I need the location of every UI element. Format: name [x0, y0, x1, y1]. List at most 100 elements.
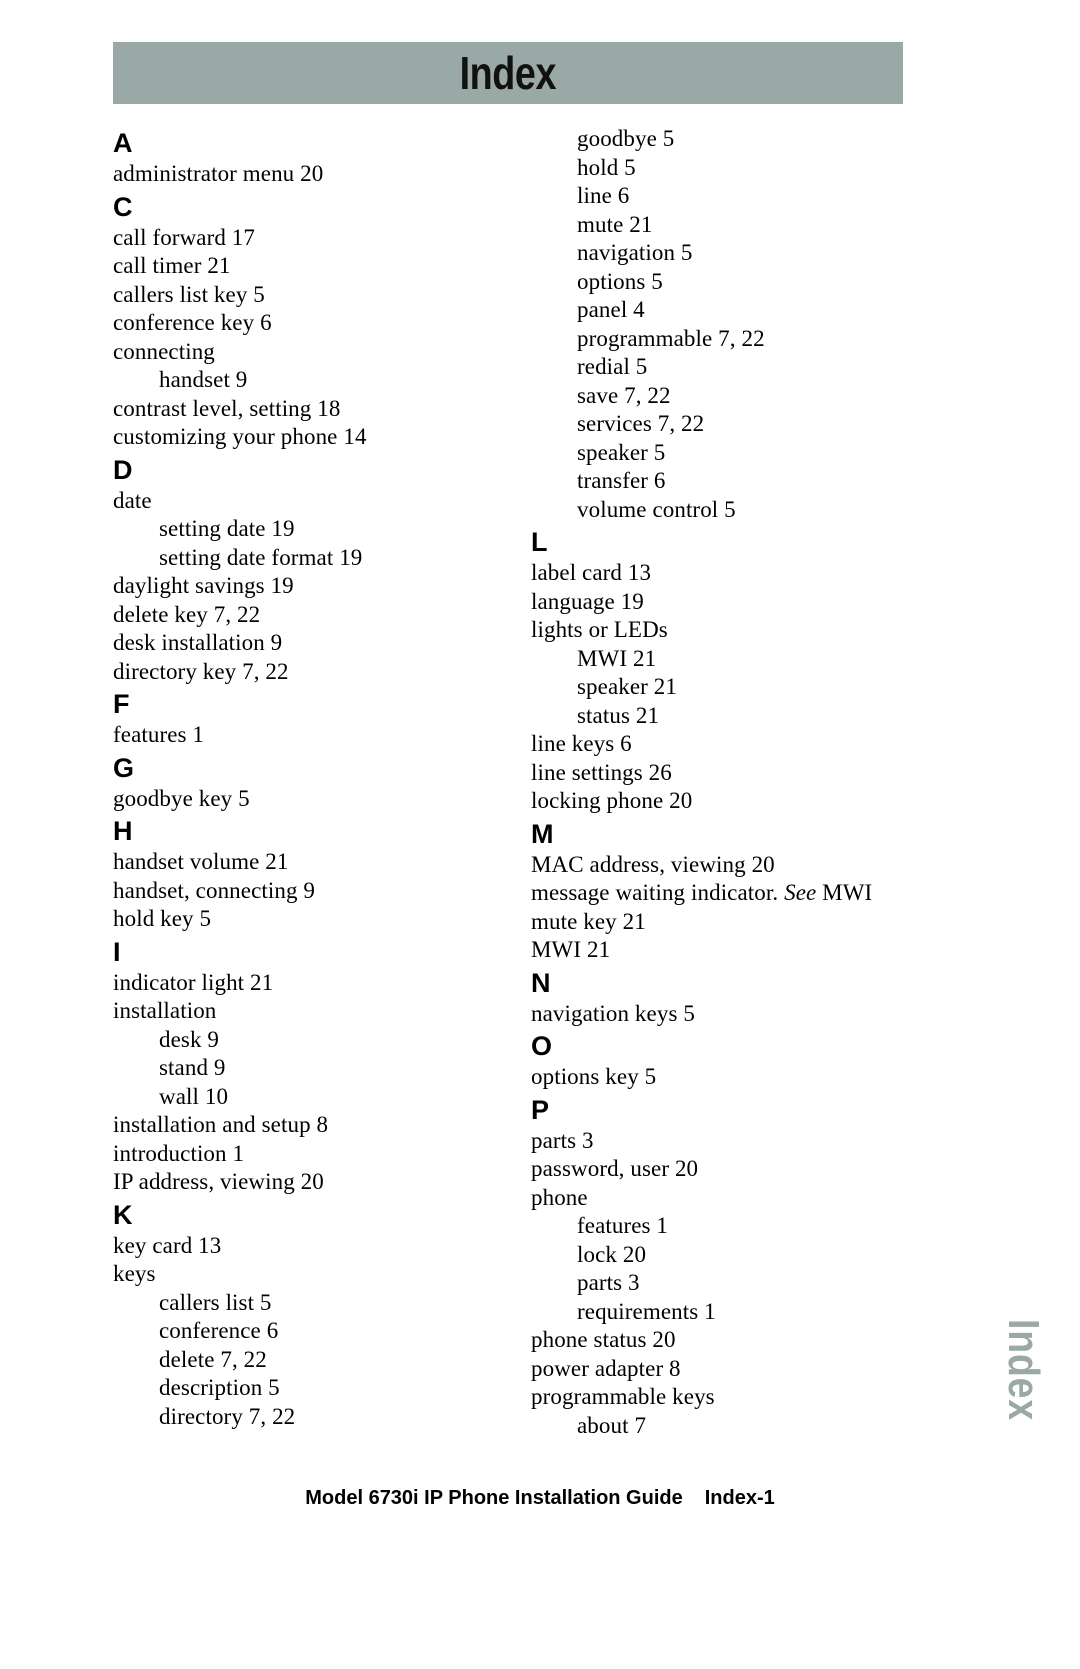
index-letter-heading: H [113, 816, 133, 846]
index-entry[interactable]: contrast level, setting 18 [113, 395, 493, 424]
index-entry[interactable]: navigation keys 5 [531, 1000, 911, 1029]
index-letter-heading: I [113, 936, 121, 967]
index-entry[interactable]: about 7 [531, 1412, 911, 1441]
index-entry[interactable]: locking phone 20 [531, 787, 911, 816]
index-entry[interactable]: MWI 21 [531, 936, 911, 965]
index-entry[interactable]: wall 10 [113, 1083, 493, 1112]
index-entry[interactable]: line keys 6 [531, 730, 911, 759]
index-entry[interactable]: MWI 21 [531, 645, 911, 674]
index-entry[interactable]: customizing your phone 14 [113, 423, 493, 452]
index-entry[interactable]: handset 9 [113, 366, 493, 395]
index-entry[interactable]: power adapter 8 [531, 1355, 911, 1384]
index-entry[interactable]: callers list key 5 [113, 281, 493, 310]
index-entry[interactable]: directory 7, 22 [113, 1403, 493, 1432]
index-entry[interactable]: line settings 26 [531, 759, 911, 788]
index-entry[interactable]: password, user 20 [531, 1155, 911, 1184]
index-entry[interactable]: speaker 21 [531, 673, 911, 702]
index-entry[interactable]: introduction 1 [113, 1140, 493, 1169]
index-entry[interactable]: options 5 [531, 268, 911, 297]
index-entry[interactable]: language 19 [531, 588, 911, 617]
side-index-tab-label: Index [999, 1319, 1049, 1421]
index-letter-heading: L [531, 527, 548, 557]
index-entry[interactable]: lock 20 [531, 1241, 911, 1270]
index-entry[interactable]: daylight savings 19 [113, 572, 493, 601]
index-entry[interactable]: delete 7, 22 [113, 1346, 493, 1375]
index-letter-heading: P [531, 1094, 550, 1125]
index-entry[interactable]: phone status 20 [531, 1326, 911, 1355]
index-entry[interactable]: stand 9 [113, 1054, 493, 1083]
index-entry[interactable]: handset volume 21 [113, 848, 493, 877]
index-entry[interactable]: save 7, 22 [531, 382, 911, 411]
index-entry[interactable]: connecting [113, 338, 493, 367]
index-letter-heading: G [113, 752, 135, 783]
index-entry[interactable]: installation and setup 8 [113, 1111, 493, 1140]
index-entry[interactable]: setting date 19 [113, 515, 493, 544]
index-entry[interactable]: goodbye 5 [531, 125, 911, 154]
index-entry[interactable]: description 5 [113, 1374, 493, 1403]
footer-page-number: Index-1 [704, 1487, 775, 1509]
index-entry[interactable]: desk installation 9 [113, 629, 493, 658]
index-entry[interactable]: call timer 21 [113, 252, 493, 281]
page-footer: Model 6730i IP Phone Installation Guide I… [0, 1487, 1080, 1510]
footer-guide-title: Model 6730i IP Phone Installation Guide [305, 1487, 683, 1509]
index-entry[interactable]: hold key 5 [113, 905, 493, 934]
index-letter-heading: D [113, 454, 133, 485]
index-entry[interactable]: keys [113, 1260, 493, 1289]
index-letter-heading: M [531, 818, 554, 849]
index-entry[interactable]: parts 3 [531, 1269, 911, 1298]
index-entry[interactable]: IP address, viewing 20 [113, 1168, 493, 1197]
index-letter-heading: C [113, 191, 133, 222]
index-entry[interactable]: installation [113, 997, 493, 1026]
index-letter-heading: F [113, 689, 130, 719]
index-entry[interactable]: navigation 5 [531, 239, 911, 268]
index-entry[interactable]: label card 13 [531, 559, 911, 588]
page-header-band: Index [113, 42, 903, 104]
index-entry[interactable]: directory key 7, 22 [113, 658, 493, 687]
index-entry[interactable]: indicator light 21 [113, 969, 493, 998]
index-entry[interactable]: status 21 [531, 702, 911, 731]
index-column-left: Aadministrator menu 20 Ccall forward 17 ca… [113, 125, 493, 1431]
index-entry[interactable]: administrator menu 20 [113, 160, 493, 189]
index-entry[interactable]: callers list 5 [113, 1289, 493, 1318]
index-letter-heading: A [113, 128, 133, 158]
index-entry[interactable]: transfer 6 [531, 467, 911, 496]
index-entry[interactable]: line 6 [531, 182, 911, 211]
index-entry[interactable]: setting date format 19 [113, 544, 493, 573]
index-entry[interactable]: features 1 [531, 1212, 911, 1241]
index-entry[interactable]: volume control 5 [531, 496, 911, 525]
index-entry[interactable]: parts 3 [531, 1127, 911, 1156]
index-column-right: goodbye 5 hold 5 line 6 mute 21 navigation 5… [531, 125, 911, 1440]
index-entry[interactable]: goodbye key 5 [113, 785, 493, 814]
index-entry[interactable]: message waiting indicator. See MWI [531, 879, 911, 908]
index-entry[interactable]: panel 4 [531, 296, 911, 325]
index-entry[interactable]: key card 13 [113, 1232, 493, 1261]
index-entry[interactable]: redial 5 [531, 353, 911, 382]
index-entry[interactable]: call forward 17 [113, 224, 493, 253]
index-entry[interactable]: hold 5 [531, 154, 911, 183]
index-entry[interactable]: lights or LEDs [531, 616, 911, 645]
index-letter-heading: O [531, 1031, 553, 1061]
index-entry[interactable]: conference key 6 [113, 309, 493, 338]
index-entry[interactable]: mute 21 [531, 211, 911, 240]
index-entry[interactable]: speaker 5 [531, 439, 911, 468]
index-entry[interactable]: features 1 [113, 721, 493, 750]
index-entry[interactable]: handset, connecting 9 [113, 877, 493, 906]
index-entry[interactable]: phone [531, 1184, 911, 1213]
index-entry[interactable]: programmable keys [531, 1383, 911, 1412]
index-entry[interactable]: conference 6 [113, 1317, 493, 1346]
index-entry[interactable]: mute key 21 [531, 908, 911, 937]
index-entry[interactable]: requirements 1 [531, 1298, 911, 1327]
index-entry[interactable]: programmable 7, 22 [531, 325, 911, 354]
index-entry[interactable]: date [113, 487, 493, 516]
index-entry[interactable]: delete key 7, 22 [113, 601, 493, 630]
index-entry[interactable]: MAC address, viewing 20 [531, 851, 911, 880]
side-index-tab: Index [988, 1275, 1058, 1465]
see-reference: See [784, 880, 817, 905]
index-entry[interactable]: desk 9 [113, 1026, 493, 1055]
index-entry[interactable]: options key 5 [531, 1063, 911, 1092]
index-entry[interactable]: services 7, 22 [531, 410, 911, 439]
index-letter-heading: N [531, 967, 551, 998]
page-title: Index [459, 47, 557, 99]
index-letter-heading: K [113, 1199, 133, 1230]
index-page: Index Aadministrator menu 20 Ccall forwar… [0, 0, 1080, 1669]
